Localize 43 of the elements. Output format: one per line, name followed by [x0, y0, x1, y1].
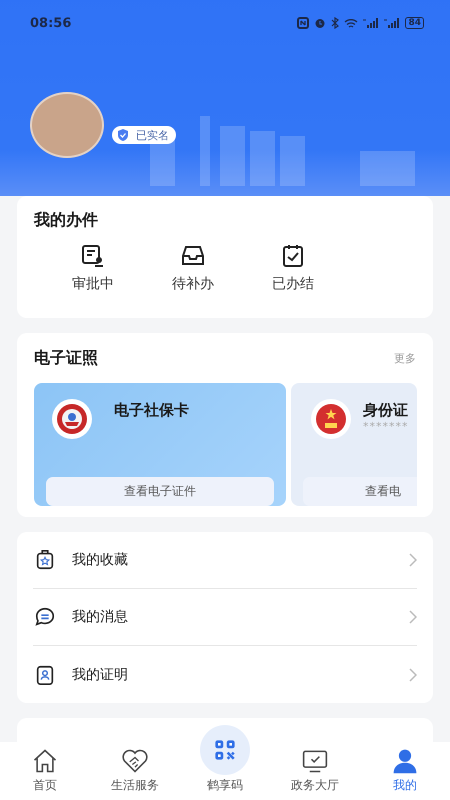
affair-item[interactable]: 待补办 — [162, 243, 224, 293]
nfc-icon — [297, 17, 310, 29]
social-security-emblem-icon — [56, 403, 88, 435]
chat-bubble-icon — [34, 606, 56, 628]
clipboard-check-icon — [280, 243, 306, 269]
masked-number: ******* — [363, 420, 408, 433]
signal-icon — [384, 17, 400, 29]
tab[interactable]: 政务大厅 — [275, 742, 355, 800]
verified-badge: 已实名 — [112, 126, 176, 144]
chevron-right-icon — [409, 668, 417, 682]
wifi-icon — [344, 17, 358, 29]
view-license-button[interactable]: 查看电子证件 — [46, 477, 274, 506]
approval-document-icon — [80, 243, 106, 269]
shield-check-icon — [116, 128, 130, 142]
affair-item[interactable]: 审批中 — [62, 243, 124, 293]
id-badge-icon — [34, 664, 56, 686]
menu-item[interactable]: 我的证明 — [33, 646, 417, 703]
affair-item[interactable]: 已办结 — [262, 243, 324, 293]
status-time: 08:56 — [30, 16, 72, 30]
chevron-right-icon — [409, 610, 417, 624]
menu-item[interactable]: 我的消息 — [33, 589, 417, 646]
license-name: 身份证 — [363, 400, 408, 420]
bluetooth-icon — [331, 17, 340, 29]
battery-level: 84 — [405, 17, 424, 29]
tab[interactable]: 首页 — [5, 742, 85, 800]
license-name: 电子社保卡 — [114, 400, 189, 420]
menu-item[interactable]: 我的收藏 — [33, 532, 417, 589]
section-title: 我的办件 — [34, 210, 98, 231]
license-card[interactable]: 电子社保卡 查看电子证件 — [34, 383, 286, 506]
tab[interactable]: 鹤享码 — [185, 725, 265, 800]
chevron-right-icon — [409, 553, 417, 567]
view-license-button[interactable]: 查看电 — [303, 477, 417, 506]
signal-icon — [363, 17, 380, 29]
section-title: 电子证照 — [34, 348, 98, 369]
license-card[interactable]: 身份证 ******* 查看电 — [291, 383, 417, 506]
handshake-icon — [121, 747, 149, 775]
person-icon — [391, 747, 419, 775]
national-emblem-icon — [315, 403, 347, 435]
star-tag-icon — [34, 549, 56, 571]
alarm-icon — [314, 17, 326, 29]
tab[interactable]: 生活服务 — [95, 742, 175, 800]
house-icon — [31, 747, 59, 775]
tab[interactable]: 我的 — [365, 742, 445, 800]
